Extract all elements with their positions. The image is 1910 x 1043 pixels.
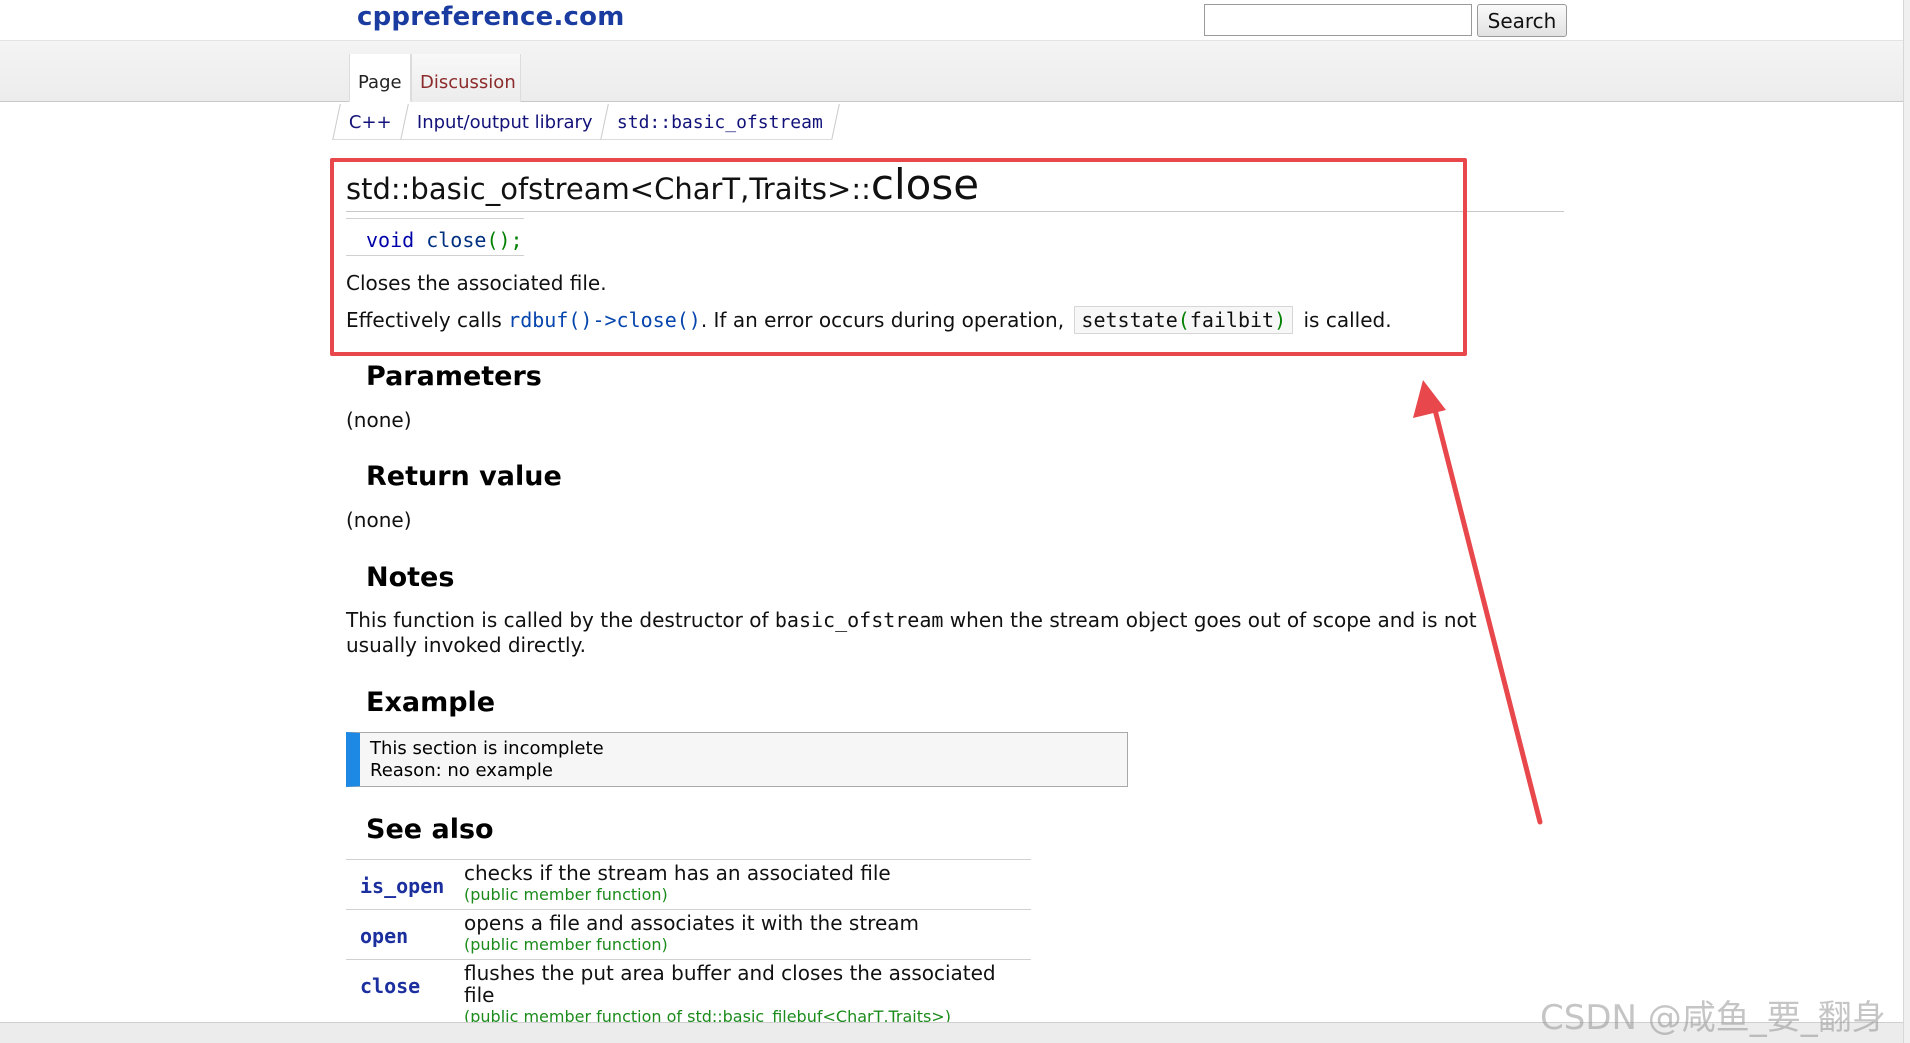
- annotation-arrow-icon: [1413, 380, 1543, 825]
- watermark-text: CSDN @咸鱼_要_翻身: [1540, 998, 1886, 1038]
- right-scrollbar[interactable]: [1903, 0, 1910, 1043]
